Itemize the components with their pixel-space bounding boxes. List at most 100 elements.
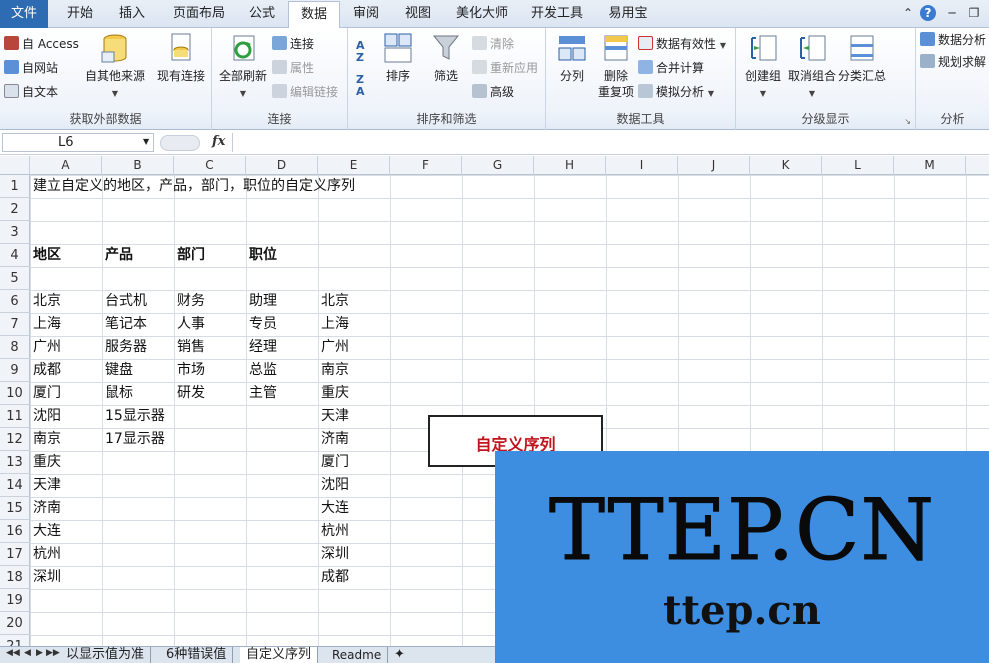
refresh-all-button[interactable]: 全部刷新 ▼ <box>216 32 270 102</box>
ungroup-button[interactable]: 取消组合 ▼ <box>786 32 838 102</box>
column-header[interactable]: A <box>30 156 102 175</box>
cell-region[interactable]: 济南 <box>30 497 61 520</box>
cell-custom-list[interactable]: 重庆 <box>318 382 349 405</box>
cell-region[interactable]: 天津 <box>30 474 61 497</box>
clear-filter-button[interactable]: 清除 <box>472 34 514 54</box>
cell-product[interactable]: 笔记本 <box>102 313 147 336</box>
row-header[interactable]: 5 <box>0 267 30 290</box>
solver-button[interactable]: 规划求解 <box>920 52 986 72</box>
cell-custom-list[interactable]: 杭州 <box>318 520 349 543</box>
cell-custom-list[interactable]: 南京 <box>318 359 349 382</box>
cell-department[interactable]: 人事 <box>174 313 205 336</box>
header-cell[interactable]: 部门 <box>174 244 205 267</box>
help-icon[interactable]: ? <box>920 5 936 21</box>
row-header[interactable]: 6 <box>0 290 30 313</box>
cell-region[interactable]: 重庆 <box>30 451 61 474</box>
cell-region[interactable]: 成都 <box>30 359 61 382</box>
column-header[interactable]: D <box>246 156 318 175</box>
tab-beautify[interactable]: 美化大师 <box>446 0 518 28</box>
data-validation-button[interactable]: 数据有效性 ▼ <box>638 34 726 54</box>
cell-product[interactable]: 服务器 <box>102 336 147 359</box>
data-analysis-button[interactable]: 数据分析 <box>920 30 986 50</box>
row-header[interactable]: 4 <box>0 244 30 267</box>
row-header[interactable]: 12 <box>0 428 30 451</box>
cell-region[interactable]: 广州 <box>30 336 61 359</box>
restore-icon[interactable]: ❐ <box>966 5 982 21</box>
sort-asc-button[interactable]: AZ <box>356 40 365 64</box>
from-web-button[interactable]: 自网站 <box>4 58 58 78</box>
edit-links-button[interactable]: 编辑链接 <box>272 82 338 102</box>
header-cell[interactable]: 地区 <box>30 244 61 267</box>
remove-duplicates-button[interactable]: 删除 重复项 <box>594 32 638 100</box>
header-cell[interactable]: 职位 <box>246 244 277 267</box>
first-sheet-icon[interactable]: ◀◀ <box>6 648 20 658</box>
cell-region[interactable]: 上海 <box>30 313 61 336</box>
column-header[interactable]: E <box>318 156 390 175</box>
prev-sheet-icon[interactable]: ◀ <box>24 648 31 658</box>
dialog-launcher-icon[interactable]: ↘ <box>904 117 911 126</box>
cell-product[interactable]: 鼠标 <box>102 382 133 405</box>
tab-easy-tools[interactable]: 易用宝 <box>598 0 658 28</box>
sheet-tab-active[interactable]: 自定义序列 <box>240 647 319 663</box>
column-header[interactable]: L <box>822 156 894 175</box>
cell-position[interactable]: 专员 <box>246 313 277 336</box>
row-header[interactable]: 14 <box>0 474 30 497</box>
tab-home[interactable]: 开始 <box>56 0 104 28</box>
insert-sheet-icon[interactable]: ✦ <box>388 647 411 663</box>
cell-custom-list[interactable]: 沈阳 <box>318 474 349 497</box>
cell-region[interactable]: 南京 <box>30 428 61 451</box>
consolidate-button[interactable]: 合并计算 <box>638 58 704 78</box>
text-to-columns-button[interactable]: 分列 <box>550 32 594 84</box>
row-header[interactable]: 9 <box>0 359 30 382</box>
properties-button[interactable]: 属性 <box>272 58 314 78</box>
cell-custom-list[interactable]: 广州 <box>318 336 349 359</box>
cell-department[interactable]: 市场 <box>174 359 205 382</box>
what-if-analysis-button[interactable]: 模拟分析 ▼ <box>638 82 714 102</box>
cell-product[interactable]: 键盘 <box>102 359 133 382</box>
cell-custom-list[interactable]: 成都 <box>318 566 349 589</box>
tab-data[interactable]: 数据 <box>288 1 340 29</box>
next-sheet-icon[interactable]: ▶ <box>36 648 43 658</box>
formula-input[interactable] <box>232 133 987 152</box>
cell-department[interactable]: 财务 <box>174 290 205 313</box>
formula-bar-splitter[interactable] <box>160 135 200 151</box>
row-header[interactable]: 7 <box>0 313 30 336</box>
reapply-button[interactable]: 重新应用 <box>472 58 538 78</box>
sheet-tab[interactable]: Readme <box>326 647 389 663</box>
advanced-filter-button[interactable]: 高级 <box>472 82 514 102</box>
from-other-sources-button[interactable]: 自其他来源 ▼ <box>80 32 150 102</box>
sheet-tab[interactable]: 以显示值为准 <box>60 647 152 663</box>
row-header[interactable]: 20 <box>0 612 30 635</box>
tab-view[interactable]: 视图 <box>396 0 440 28</box>
column-header[interactable]: B <box>102 156 174 175</box>
column-header[interactable]: K <box>750 156 822 175</box>
existing-connections-button[interactable]: 现有连接 <box>150 32 212 84</box>
tab-insert[interactable]: 插入 <box>108 0 156 28</box>
cell-region[interactable]: 深圳 <box>30 566 61 589</box>
cell-position[interactable]: 主管 <box>246 382 277 405</box>
cell-department[interactable]: 销售 <box>174 336 205 359</box>
row-header[interactable]: 17 <box>0 543 30 566</box>
cell-product[interactable]: 17显示器 <box>102 428 165 451</box>
column-header[interactable]: I <box>606 156 678 175</box>
group-button[interactable]: 创建组 ▼ <box>738 32 788 102</box>
row-header[interactable]: 21 <box>0 635 30 646</box>
tab-file[interactable]: 文件 <box>0 0 48 28</box>
row-header[interactable]: 15 <box>0 497 30 520</box>
tab-developer[interactable]: 开发工具 <box>524 0 590 28</box>
column-header[interactable]: H <box>534 156 606 175</box>
row-header[interactable]: 8 <box>0 336 30 359</box>
row-header[interactable]: 13 <box>0 451 30 474</box>
filter-button[interactable]: 筛选 <box>426 32 466 84</box>
cell-product[interactable]: 15显示器 <box>102 405 165 428</box>
cell-custom-list[interactable]: 上海 <box>318 313 349 336</box>
cell-custom-list[interactable]: 大连 <box>318 497 349 520</box>
cell-custom-list[interactable]: 北京 <box>318 290 349 313</box>
select-all-corner[interactable] <box>0 156 30 175</box>
cell-position[interactable]: 经理 <box>246 336 277 359</box>
from-text-button[interactable]: 自文本 <box>4 82 58 102</box>
sort-desc-button[interactable]: ZA <box>356 74 365 98</box>
cell-region[interactable]: 沈阳 <box>30 405 61 428</box>
row-header[interactable]: 3 <box>0 221 30 244</box>
cell-title[interactable]: 建立自定义的地区，产品，部门，职位的自定义序列 <box>30 175 530 198</box>
